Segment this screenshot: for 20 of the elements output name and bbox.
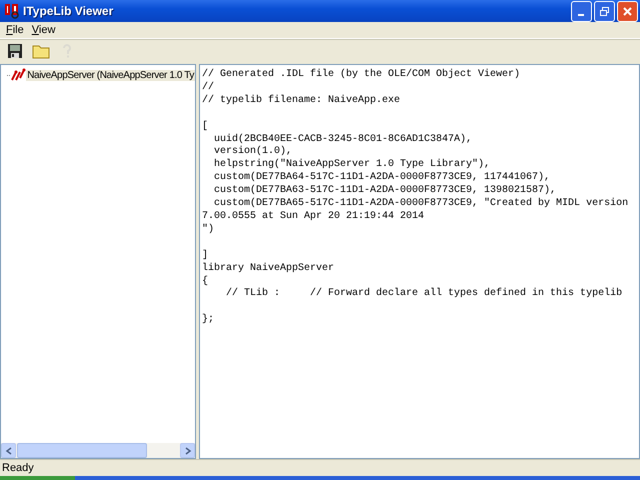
- scroll-right-button[interactable]: [180, 443, 195, 458]
- minimize-button[interactable]: [571, 0, 592, 22]
- close-icon: [622, 6, 633, 16]
- chevron-right-icon: [184, 446, 192, 454]
- scroll-thumb[interactable]: [17, 443, 147, 458]
- minimize-icon: [578, 14, 584, 16]
- horizontal-scrollbar[interactable]: [1, 443, 195, 458]
- close-button[interactable]: [617, 0, 638, 22]
- window-title: ITypeLib Viewer: [23, 4, 114, 18]
- status-text: Ready: [2, 462, 34, 474]
- component-icon: [10, 68, 26, 82]
- restore-button[interactable]: [594, 0, 615, 22]
- scroll-left-button[interactable]: [1, 443, 16, 458]
- restore-icon: [599, 6, 610, 16]
- app-icon: [4, 3, 20, 19]
- code-text: // Generated .IDL file (by the OLE/COM Object Viewer) // // typelib filename: NaiveApp.exe [ uuid(2BCB40EE-CACB-3245-8C01-8C6AD1C3847A), version(1.0), helpstring("NaiveAppServer 1.0 Type Library"), custom(DE77BA64-517C-11D1-A2DA-0000F8773CE9, 117441067), custom(DE77BA63-517C-11D1-A2DA-0000F8773CE9, 1398021587), custom(DE77BA65-517C-11D1-A2DA-0000F8773CE9, "Created by MIDL version 7.00.0555 at Sun Apr 20 21:19:44 2014 ") ] library NaiveAppServer { // TLib : // Forward declare all types defined in this typelib };: [201, 68, 630, 328]
- menu-item[interactable]: View: [28, 24, 60, 36]
- tree-item[interactable]: NaiveAppServer (NaiveAppServer 1.0 Ty: [26, 70, 195, 80]
- menu-item[interactable]: File: [2, 24, 28, 36]
- chevron-left-icon: [4, 446, 12, 454]
